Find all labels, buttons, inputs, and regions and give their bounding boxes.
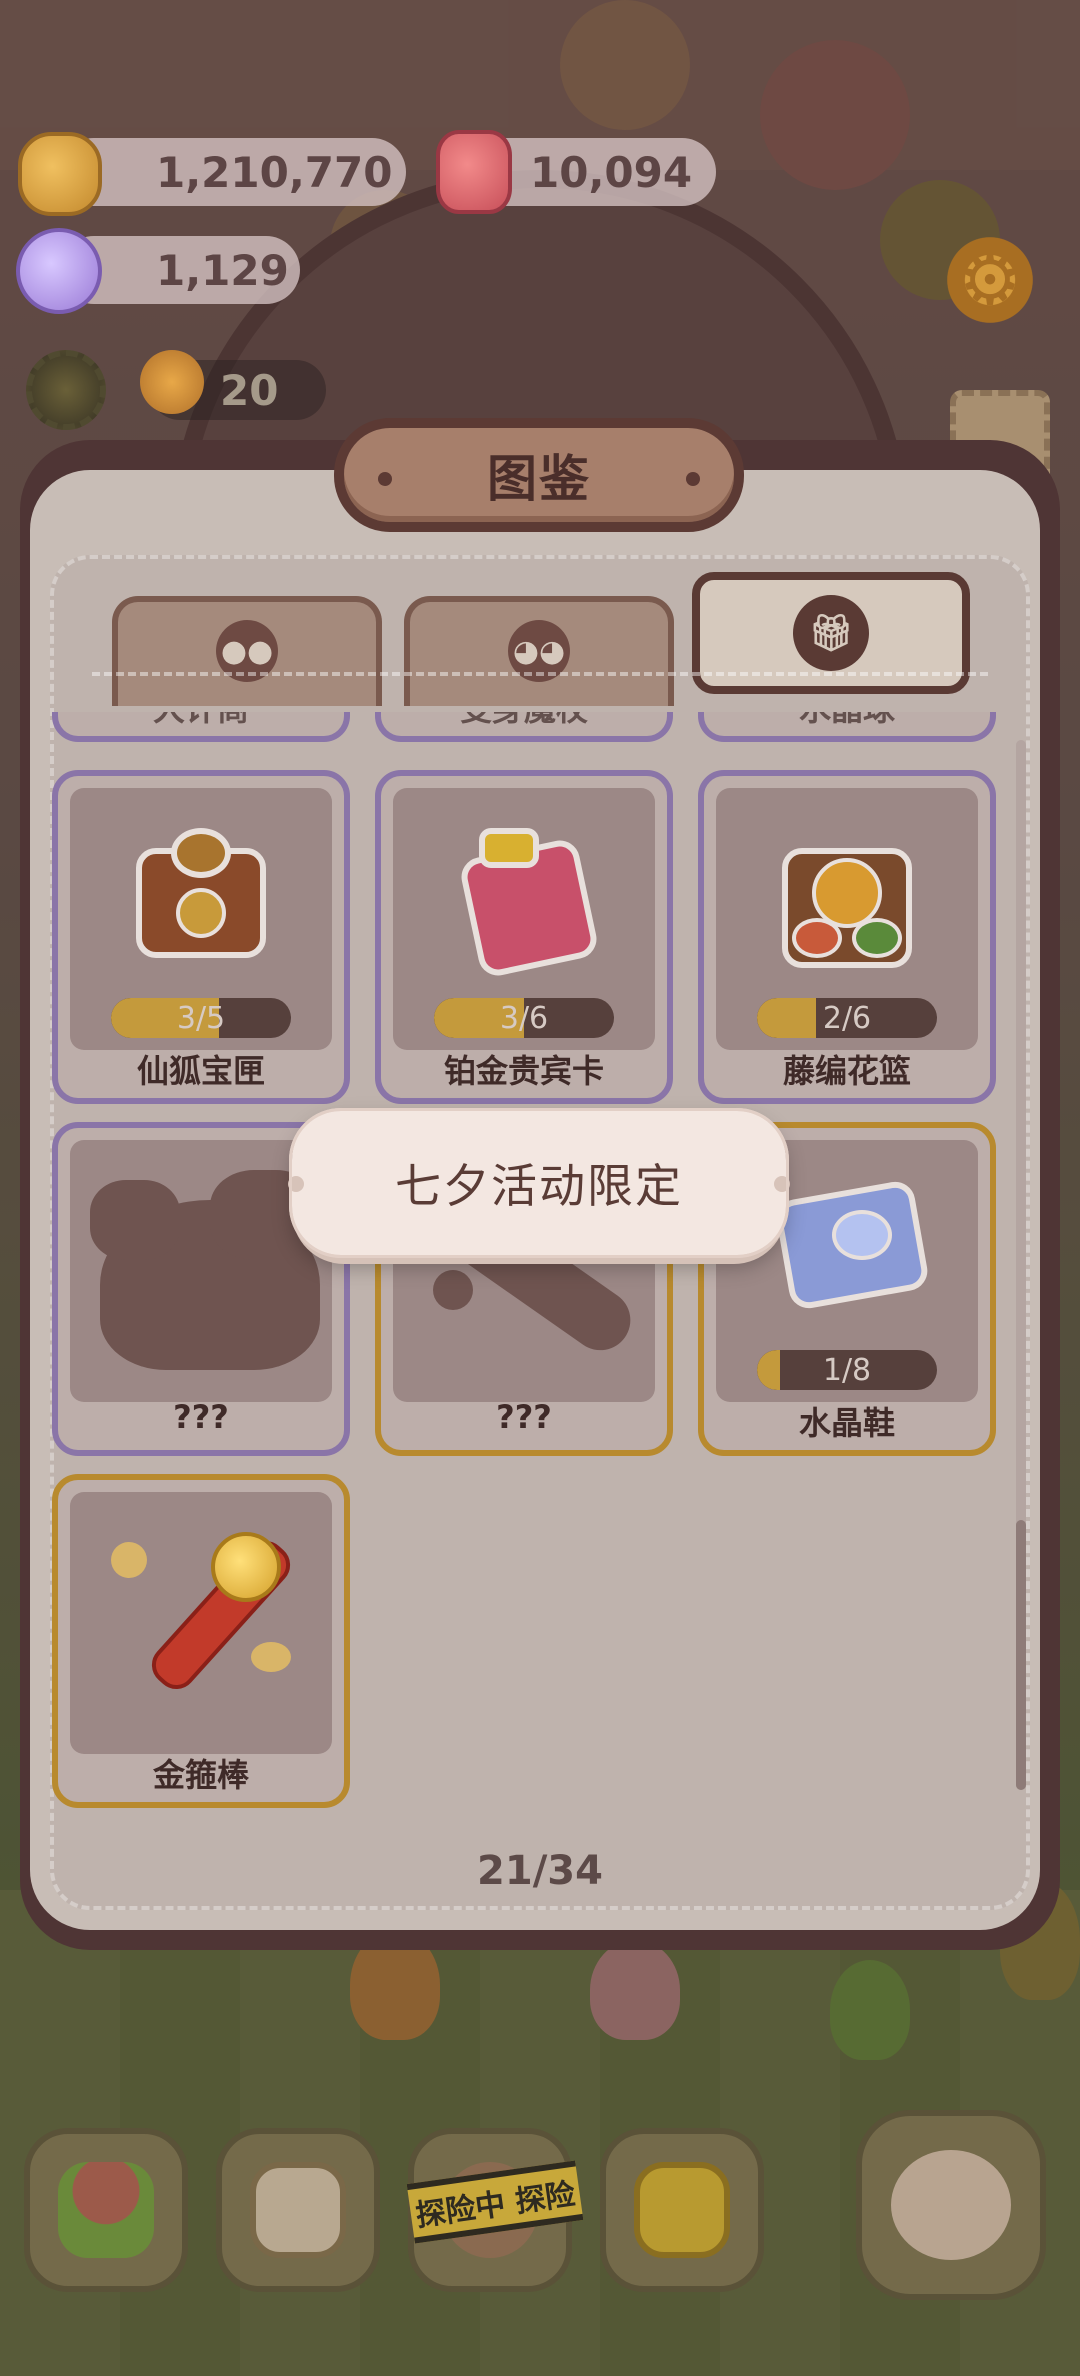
album-item-grid[interactable]: 大计商 变身魔杖 水晶球 3/5 仙狐宝匣 3/6 bbox=[50, 712, 1010, 1808]
puzzle-piece-icon bbox=[772, 828, 922, 978]
scrollbar-thumb[interactable] bbox=[1016, 1520, 1026, 1790]
puzzle-piece-icon bbox=[126, 828, 276, 978]
sun-energy-icon[interactable] bbox=[26, 350, 106, 430]
coin-value: 1,210,770 bbox=[156, 147, 393, 197]
item-art bbox=[70, 1492, 332, 1754]
tab-characters[interactable]: ●● bbox=[112, 596, 382, 706]
item-name: 藤编花篮 bbox=[782, 1052, 911, 1090]
pet-alarm-clock-icon bbox=[891, 2150, 1011, 2260]
collection-progress-bar: 1/8 bbox=[757, 1350, 937, 1390]
pink-gem-icon bbox=[436, 130, 512, 214]
collection-progress-bar: 3/5 bbox=[111, 998, 291, 1038]
tab-costumes[interactable]: ◕◕ bbox=[404, 596, 674, 706]
album-item-platinum-vip-card[interactable]: 3/6 铂金贵宾卡 bbox=[375, 770, 673, 1104]
album-title: 图鉴 bbox=[487, 450, 591, 508]
nav-shop-button[interactable] bbox=[600, 2128, 764, 2292]
puzzle-piece-icon bbox=[772, 1170, 931, 1320]
puzzle-piece-icon bbox=[449, 828, 601, 980]
tooltip-right-dot bbox=[774, 1176, 790, 1192]
progress-text: 1/8 bbox=[822, 1352, 872, 1388]
item-name: 水晶鞋 bbox=[798, 1404, 895, 1442]
collection-progress-bar: 3/6 bbox=[434, 998, 614, 1038]
item-name: 金箍棒 bbox=[152, 1756, 249, 1794]
tab-divider bbox=[92, 672, 988, 676]
item-name: 铂金贵宾卡 bbox=[443, 1052, 604, 1090]
shop-bag-icon bbox=[634, 2162, 730, 2258]
settings-gear-icon[interactable]: ⚙ bbox=[940, 230, 1040, 330]
locked-silhouette-icon bbox=[433, 1270, 473, 1310]
progress-text: 2/6 bbox=[822, 1000, 872, 1036]
item-name: 仙狐宝匣 bbox=[136, 1052, 265, 1090]
album-item-fox-chest[interactable]: 3/5 仙狐宝匣 bbox=[52, 770, 350, 1104]
tooltip-left-dot bbox=[288, 1176, 304, 1192]
collection-progress-bar: 2/6 bbox=[757, 998, 937, 1038]
gift-icon: 🎁︎ bbox=[793, 595, 869, 671]
locked-silhouette-icon bbox=[90, 1180, 180, 1260]
event-limited-tooltip: 七夕活动限定 bbox=[288, 1108, 790, 1258]
progress-text: 3/5 bbox=[176, 1000, 226, 1036]
progress-text: 3/6 bbox=[499, 1000, 549, 1036]
energy-value: 20 bbox=[220, 365, 279, 415]
album-item-partial[interactable]: 大计商 bbox=[52, 712, 350, 742]
cookie-coin-icon bbox=[18, 132, 102, 216]
album-item-partial[interactable]: 变身魔杖 bbox=[375, 712, 673, 742]
item-name: ??? bbox=[173, 1398, 229, 1436]
gem-value: 10,094 bbox=[530, 147, 693, 197]
page-counter: 21/34 bbox=[477, 1848, 603, 1894]
album-title-plaque: 图鉴 bbox=[334, 418, 744, 532]
album-item-partial[interactable]: 水晶球 bbox=[698, 712, 996, 742]
album-item-rattan-flower-basket[interactable]: 2/6 藤编花篮 bbox=[698, 770, 996, 1104]
mushroom-house-icon bbox=[58, 2162, 154, 2258]
golden-cudgel-icon bbox=[101, 1522, 301, 1722]
nav-pet-button[interactable] bbox=[856, 2110, 1046, 2300]
candy-value: 1,129 bbox=[156, 245, 289, 295]
nav-diary-button[interactable] bbox=[216, 2128, 380, 2292]
coin-counter: 1,210,770 bbox=[60, 138, 406, 206]
tooltip-text: 七夕活动限定 bbox=[395, 1159, 683, 1213]
character-face-icon bbox=[140, 350, 204, 414]
diary-heart-icon bbox=[250, 2162, 346, 2258]
nav-home-button[interactable] bbox=[24, 2128, 188, 2292]
album-item-golden-cudgel[interactable]: 金箍棒 bbox=[52, 1474, 350, 1808]
item-name: ??? bbox=[496, 1398, 552, 1436]
candy-icon bbox=[16, 228, 102, 314]
